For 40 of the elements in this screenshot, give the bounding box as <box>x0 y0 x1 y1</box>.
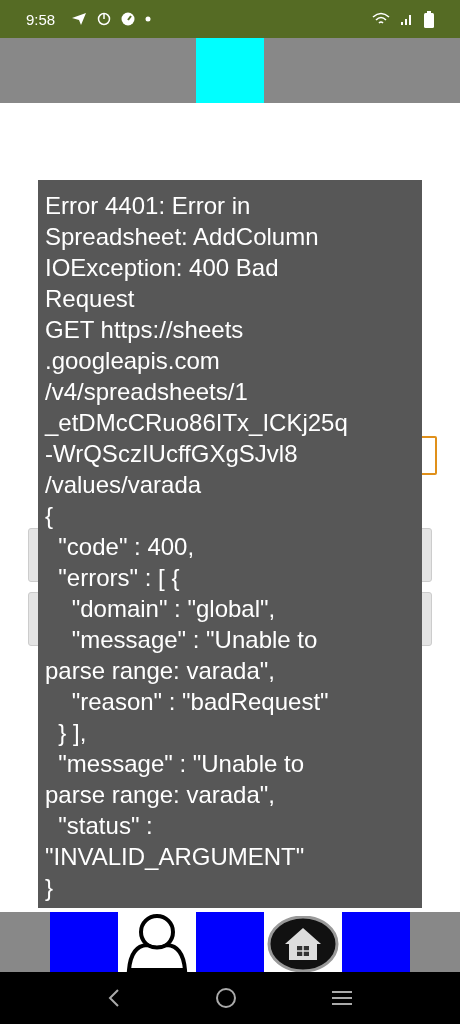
error-text-line: "message" : "Unable to <box>57 749 305 779</box>
send-icon <box>71 12 88 26</box>
error-text-line: _etDMcCRuo86ITx_ICKj25q <box>45 408 348 438</box>
battery-icon <box>424 10 434 28</box>
home-circle-icon[interactable] <box>215 987 237 1009</box>
person-icon[interactable] <box>125 912 189 972</box>
nav-tile[interactable] <box>196 912 264 972</box>
nav-tile[interactable] <box>50 912 118 972</box>
error-text-line: Error 4401: Error in <box>45 191 251 221</box>
error-text-line: -WrQSczIUcffGXgSJvl8 <box>45 439 298 469</box>
signal-icon <box>400 12 414 26</box>
error-text-line: Spreadsheet: AddColumn <box>45 222 319 252</box>
error-text-line: "status" : <box>57 811 153 841</box>
header-tile <box>196 38 264 103</box>
home-icon[interactable] <box>267 916 339 972</box>
nav-tile[interactable] <box>342 912 410 972</box>
error-text-line: "code" : 400, <box>57 532 195 562</box>
error-text-line: "domain" : "global", <box>70 594 276 624</box>
power-icon <box>97 12 112 26</box>
back-icon[interactable] <box>107 988 121 1008</box>
error-text-line: IOException: 400 Bad <box>45 253 279 283</box>
error-text-line: Request <box>45 284 135 314</box>
error-text-line: /values/varada <box>45 470 202 500</box>
error-text-line: "message" : "Unable to <box>70 625 318 655</box>
error-text-line: .googleapis.com <box>45 346 220 376</box>
error-text-line: parse range: varada", <box>45 656 275 686</box>
error-text-line: /v4/spreadsheets/1 <box>45 377 248 407</box>
menu-icon[interactable] <box>331 989 353 1007</box>
dot-icon <box>145 16 152 22</box>
error-text-line: "INVALID_ARGUMENT" <box>45 842 305 872</box>
error-text-line: "errors" : [ { <box>57 563 180 593</box>
error-text-line: "reason" : "badRequest" <box>70 687 329 717</box>
gauge-icon <box>121 12 136 26</box>
error-text-line: GET https://sheets <box>45 315 244 345</box>
error-text-line: { <box>45 501 53 531</box>
clock-time: 9:58 <box>26 10 56 28</box>
wifi-icon <box>372 12 390 26</box>
error-text-line: } ], <box>57 718 87 748</box>
error-text-line: parse range: varada", <box>45 780 275 810</box>
error-text-line: } <box>45 873 53 903</box>
